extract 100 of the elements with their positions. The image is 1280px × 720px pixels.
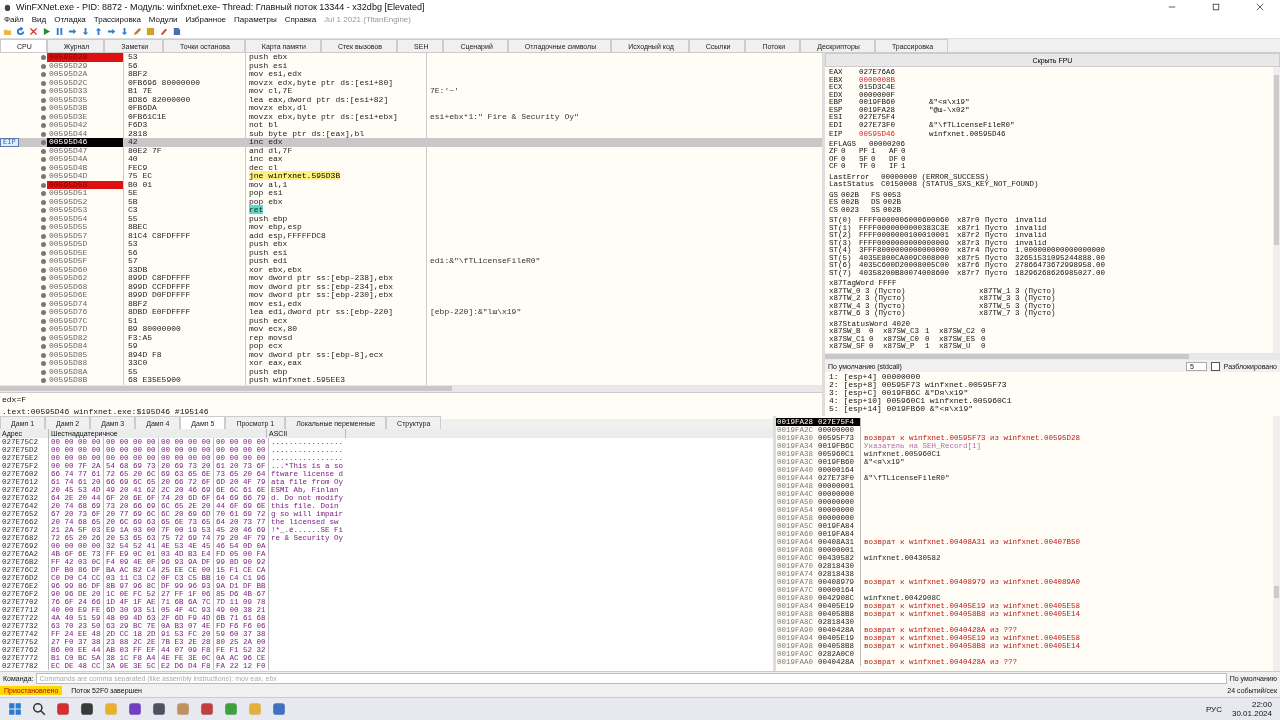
horizontal-scrollbar[interactable]: [825, 353, 1280, 360]
app-icon[interactable]: [200, 702, 214, 716]
gutter-dot[interactable]: [41, 225, 46, 230]
arrow-down-icon[interactable]: [120, 27, 129, 36]
gutter-dot[interactable]: [41, 106, 46, 111]
gutter-dot[interactable]: [41, 97, 46, 103]
address-cell[interactable]: 00595D54: [47, 214, 124, 223]
gutter-dot[interactable]: [41, 182, 46, 188]
address-cell[interactable]: 00595D46: [47, 138, 124, 147]
close-icon[interactable]: [29, 27, 38, 36]
gutter-dot[interactable]: [41, 344, 46, 349]
address-cell[interactable]: 00595D33: [47, 87, 124, 96]
app-icon[interactable]: [128, 702, 142, 716]
gutter-dot[interactable]: [41, 55, 46, 60]
address-cell[interactable]: 00595D8A: [47, 367, 124, 376]
address-cell[interactable]: 00595D60: [47, 265, 124, 274]
menu-item[interactable]: Параметры: [234, 15, 277, 24]
address-cell[interactable]: 00595D76: [47, 308, 124, 317]
address-cell[interactable]: 00595D57: [47, 231, 124, 240]
address-cell[interactable]: 00595D52: [47, 197, 124, 206]
address-cell[interactable]: 00595D29: [47, 61, 124, 70]
gutter-dot[interactable]: [41, 123, 46, 128]
unlock-checkbox[interactable]: [1210, 361, 1220, 371]
address-cell[interactable]: 00595D68: [47, 282, 124, 291]
brush-icon[interactable]: [159, 27, 168, 36]
arrow-right-icon[interactable]: [107, 27, 116, 36]
address-cell[interactable]: 00595D4B: [47, 163, 124, 172]
gutter-dot[interactable]: [41, 352, 46, 358]
gutter-dot[interactable]: [41, 335, 46, 341]
language-indicator[interactable]: РУС: [1205, 704, 1222, 714]
gutter-dot[interactable]: [41, 284, 46, 290]
gutter-dot[interactable]: [41, 80, 46, 86]
gutter-dot[interactable]: [41, 293, 46, 298]
address-cell[interactable]: 00595D84: [47, 342, 124, 351]
document-icon[interactable]: [172, 27, 181, 36]
clock-date[interactable]: 30.01.2024: [1231, 709, 1272, 718]
play-icon[interactable]: [42, 27, 51, 36]
gutter-dot[interactable]: [41, 361, 46, 366]
maximize-icon[interactable]: [1212, 3, 1220, 11]
app-icon[interactable]: [80, 702, 94, 716]
arrow-down-icon[interactable]: [81, 27, 90, 36]
arrow-right-icon[interactable]: [68, 27, 77, 36]
note-icon[interactable]: [146, 27, 155, 36]
pause-icon[interactable]: [55, 27, 64, 36]
gutter-dot[interactable]: [41, 208, 46, 213]
search-icon[interactable]: [32, 702, 46, 716]
gutter-dot[interactable]: [41, 310, 46, 315]
menu-item[interactable]: Избранное: [185, 15, 227, 24]
gutter-dot[interactable]: [41, 259, 46, 264]
menu-item[interactable]: Вид: [31, 15, 47, 24]
app-icon[interactable]: [56, 702, 70, 716]
gutter-dot[interactable]: [41, 174, 46, 179]
address-cell[interactable]: 00595D82: [47, 333, 124, 342]
menu-item[interactable]: Справка: [284, 15, 317, 24]
address-cell[interactable]: 00595D6E: [47, 291, 124, 300]
gutter-dot[interactable]: [41, 114, 46, 120]
horizontal-scrollbar[interactable]: [0, 384, 822, 392]
gutter-dot[interactable]: [41, 378, 46, 383]
gutter-dot[interactable]: [41, 157, 46, 162]
gutter-dot[interactable]: [41, 301, 46, 307]
gutter-dot[interactable]: [41, 250, 46, 256]
address-cell[interactable]: 00595D7D: [47, 325, 124, 334]
clock-time[interactable]: 22:00: [1251, 700, 1272, 709]
menu-item[interactable]: Отладка: [54, 15, 86, 24]
address-cell[interactable]: 00595D3B: [47, 104, 124, 113]
address-cell[interactable]: 00595D88: [47, 359, 124, 368]
gutter-dot[interactable]: [41, 216, 46, 222]
address-cell[interactable]: 00595D5F: [47, 257, 124, 266]
address-cell[interactable]: 00595D62: [47, 274, 124, 283]
gutter-dot[interactable]: [41, 148, 46, 154]
minimize-icon[interactable]: [1168, 3, 1176, 11]
arrow-up-icon[interactable]: [94, 27, 103, 36]
vertical-scrollbar[interactable]: [1273, 416, 1280, 671]
address-cell[interactable]: 00595D5E: [47, 248, 124, 257]
address-cell[interactable]: 00595D2A: [47, 70, 124, 79]
address-cell[interactable]: 00595D5D: [47, 240, 124, 249]
address-cell[interactable]: 00595D51: [47, 189, 124, 198]
address-cell[interactable]: 00595D8B: [47, 376, 124, 385]
gutter-dot[interactable]: [41, 89, 46, 94]
gutter-dot[interactable]: [41, 318, 46, 324]
gutter-dot[interactable]: [41, 63, 46, 69]
app-icon[interactable]: [272, 702, 286, 716]
gutter-dot[interactable]: [41, 327, 46, 332]
windows-icon[interactable]: [8, 702, 22, 716]
gutter-dot[interactable]: [41, 131, 46, 137]
address-cell[interactable]: 00595D3E: [47, 112, 124, 121]
address-cell[interactable]: 00595D7C: [47, 316, 124, 325]
close-icon[interactable]: [1256, 3, 1264, 11]
gutter-dot[interactable]: [41, 233, 46, 239]
pencil-icon[interactable]: [133, 27, 142, 36]
menu-item[interactable]: Трассировка: [93, 15, 141, 24]
address-cell[interactable]: 00595D35: [47, 95, 124, 104]
gutter-dot[interactable]: [41, 267, 46, 273]
menu-item[interactable]: Файл: [4, 15, 24, 24]
address-cell[interactable]: 00595D47: [47, 146, 124, 155]
gutter-dot[interactable]: [41, 199, 46, 205]
address-cell[interactable]: 00595D53: [47, 206, 124, 215]
address-cell[interactable]: 00595D4A: [47, 155, 124, 164]
gutter-dot[interactable]: [41, 165, 46, 171]
address-cell[interactable]: 00595D85: [47, 350, 124, 359]
